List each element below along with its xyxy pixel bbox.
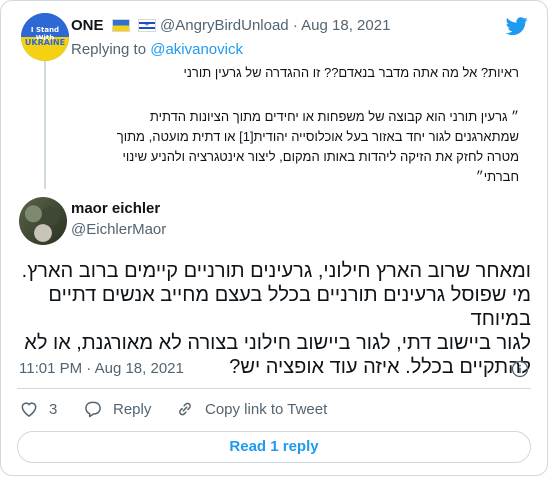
parent-text-line: ראיות? אל מה אתה מדבר בנאדם?? זו ההגדרה … <box>183 65 519 80</box>
heart-icon <box>21 402 37 417</box>
parent-author-handle[interactable]: @AngryBirdUnload <box>160 17 289 34</box>
main-date: Aug 18, 2021 <box>94 360 184 377</box>
main-time: 11:01 PM <box>19 360 83 377</box>
like-count: 3 <box>49 400 58 418</box>
reply-button[interactable]: Reply <box>83 399 151 419</box>
main-text-line: מי שפוסל גרעינים תורניים בכלל בעצם מחייב… <box>48 284 531 330</box>
parent-text-line: שמתארגנים לגור יחד באזור בעל אוכלוסייה י… <box>116 129 519 144</box>
replying-prefix: Replying to <box>71 41 147 58</box>
like-button[interactable]: 3 <box>19 399 57 419</box>
meta-separator: · <box>86 360 92 377</box>
main-author-name[interactable]: maor eichler <box>71 200 160 217</box>
read-replies-button[interactable]: Read 1 reply <box>17 431 531 463</box>
parent-text-line: מטרה לחזק את הזיקה ליהדות באותו המקום, ל… <box>122 149 519 164</box>
parent-text-line: ״ גרעין תורני הוא קבוצה של משפחות או יחי… <box>149 109 519 124</box>
replying-handle-link[interactable]: @akivanovick <box>150 41 243 58</box>
parent-meta: ONE ✡ @AngryBirdUnload · Aug 18, 2021 <box>71 17 390 34</box>
parent-tweet-text: ראיות? אל מה אתה מדבר בנאדם?? זו ההגדרה … <box>71 63 519 187</box>
main-avatar[interactable] <box>19 197 67 245</box>
divider <box>17 388 531 389</box>
main-text-line: לגור ביישוב דתי, לגור ביישוב חילוני בצור… <box>24 332 531 354</box>
reply-label: Reply <box>113 400 152 418</box>
link-icon <box>179 402 191 416</box>
tweet-embed-card: I Stand With UKRAINE ONE ✡ @AngryBirdUnl… <box>0 0 548 476</box>
replying-to: Replying to @akivanovick <box>71 41 243 58</box>
parent-avatar[interactable]: I Stand With UKRAINE <box>21 13 69 61</box>
copy-link-label: Copy link to Tweet <box>205 400 328 418</box>
main-timestamp[interactable]: 11:01 PM · Aug 18, 2021 <box>19 360 184 377</box>
parent-author-name[interactable]: ONE <box>71 17 104 34</box>
copy-link-button[interactable]: Copy link to Tweet <box>175 399 327 419</box>
main-text-line: ומאחר שרוב הארץ חילוני, גרעינים תורניים … <box>21 260 531 282</box>
meta-separator: · <box>292 17 298 34</box>
israel-flag-icon: ✡ <box>137 19 156 32</box>
ukraine-flag-icon <box>111 19 130 32</box>
main-author-handle[interactable]: @EichlerMaor <box>71 221 166 238</box>
parent-text-line: חברתי״ <box>475 169 519 184</box>
twitter-bird-icon[interactable] <box>505 15 529 37</box>
info-icon[interactable] <box>511 360 529 378</box>
thread-connector-line <box>44 61 46 189</box>
avatar-text-bottom: UKRAINE <box>24 38 66 47</box>
reply-icon <box>85 401 101 418</box>
parent-date[interactable]: Aug 18, 2021 <box>301 17 390 34</box>
